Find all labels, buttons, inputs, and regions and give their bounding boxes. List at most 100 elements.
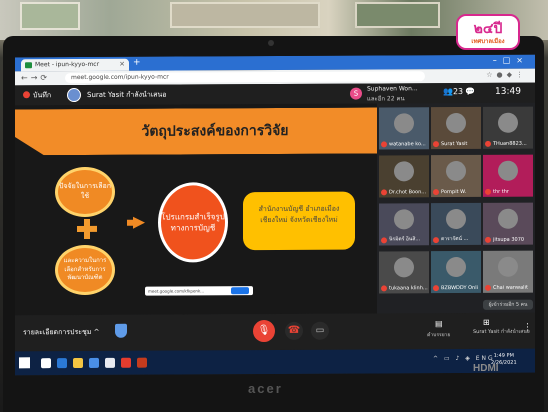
participant-avatar <box>394 113 414 134</box>
meet-bottom-bar: รายละเอียดการประชุม ^ 🎙 ☎ ▭ ▤ คำบรรยาย ⊞… <box>15 312 535 352</box>
mic-muted-icon <box>485 140 491 147</box>
background-window <box>355 2 440 28</box>
logo-sub: เทศบาลเมือง <box>471 38 505 45</box>
meeting-details-label: รายละเอียดการประชุม <box>23 327 92 337</box>
more-participants-button[interactable]: ผู้เข้าร่วมอีก 5 คน <box>483 299 533 310</box>
presenter-avatar <box>67 88 81 103</box>
mail-icon[interactable] <box>105 357 115 368</box>
present-icon[interactable]: ⊞ <box>483 318 490 327</box>
mic-muted-icon <box>433 285 439 292</box>
recording-label: บันทึก <box>33 91 52 100</box>
arrow-icon <box>133 216 145 229</box>
chrome-icon[interactable] <box>121 357 131 368</box>
laptop-bezel: Meet - ipun-kyyo-mcr × + –□× ←→⟳ meet.go… <box>3 36 544 412</box>
participant-name: ดารารัตน์ ... <box>441 235 469 243</box>
mic-muted-icon <box>381 189 387 196</box>
participant-tile[interactable]: jitsupa 3070 <box>483 202 533 245</box>
participant-avatar <box>446 208 466 230</box>
participant-name: Surat Yasit <box>441 140 468 148</box>
copy-link-button[interactable] <box>231 287 249 295</box>
record-icon <box>23 91 30 99</box>
people-count: 23 <box>452 87 464 97</box>
circle-factor: ปัจจัยในการเลือกใช้ <box>55 166 115 218</box>
more-options-icon[interactable]: ⋮ <box>523 323 532 333</box>
laptop-screen: Meet - ipun-kyyo-mcr × + –□× ←→⟳ meet.go… <box>15 54 535 376</box>
participant-tile[interactable]: นิรมิตร์ อินสิ... <box>379 203 429 246</box>
camera-button[interactable]: ▭ <box>311 321 329 340</box>
people-icon[interactable]: 👥23 <box>443 87 463 96</box>
new-tab-button[interactable]: + <box>133 58 141 68</box>
laptop-brand: acer <box>248 381 283 396</box>
mic-muted-icon <box>433 141 439 148</box>
powerpoint-icon[interactable] <box>137 357 147 368</box>
participant-tile[interactable]: thr thr <box>483 154 533 197</box>
participant-name: Chai wanwalit <box>493 284 528 291</box>
participant-grid: watanabe ko... Surat Yasit THuan8823... Dr.… <box>377 103 535 314</box>
mic-off-button[interactable]: 🎙 <box>253 320 275 343</box>
mic-muted-icon <box>381 285 387 292</box>
speaker-sub: และอีก 22 คน <box>367 95 405 103</box>
system-tray[interactable]: ^ ▭ ♪ ◈ ENG <box>433 355 495 362</box>
slide-title: วัตถุประสงค์ของการวิจัย <box>141 122 289 140</box>
store-icon[interactable] <box>89 357 99 368</box>
window-controls[interactable]: –□× <box>493 56 529 65</box>
meet-icon <box>25 62 32 69</box>
captions-label: คำบรรยาย <box>427 332 451 339</box>
participant-tile[interactable]: ดารารัตน์ ... <box>431 202 481 246</box>
plus-icon <box>77 218 97 240</box>
participant-tile[interactable]: THuan8823... <box>483 106 533 149</box>
tab-title: Meet - ipun-kyyo-mcr <box>35 60 100 69</box>
participant-avatar <box>498 112 518 133</box>
captions-icon[interactable]: ▤ <box>435 319 443 328</box>
target-box: สำนักงานบัญชี อำเภอเมืองเชียงใหม่ จังหวั… <box>243 191 355 251</box>
meeting-details-button[interactable]: รายละเอียดการประชุม ^ <box>23 327 99 338</box>
search-icon[interactable] <box>41 358 51 369</box>
participant-tile[interactable]: Chai wanwalit <box>483 250 533 293</box>
participant-tile[interactable]: BZBWDDY Onli <box>431 250 481 294</box>
participant-tile[interactable]: Surat Yasit <box>431 106 481 150</box>
extension-icons[interactable]: ☆●◆⋮ <box>486 71 527 79</box>
chat-icon[interactable]: 💬 <box>465 87 475 96</box>
participant-avatar <box>394 209 414 230</box>
photo-scene: Meet - ipun-kyyo-mcr × + –□× ←→⟳ meet.go… <box>0 0 548 412</box>
participant-tile[interactable]: Dr.chot Boon... <box>379 155 429 198</box>
participant-name: watanabe ko... <box>389 141 426 148</box>
background-window <box>170 2 320 28</box>
participant-avatar <box>446 112 466 134</box>
participant-tile[interactable]: Pornpit W. <box>431 154 481 198</box>
mic-muted-icon <box>485 236 491 243</box>
participant-tile[interactable]: watanabe ko... <box>379 107 429 150</box>
participant-avatar <box>394 161 414 182</box>
mic-muted-icon <box>485 188 491 195</box>
watermark-logo: ๒๔ปี เทศบาลเมือง <box>456 14 520 50</box>
participant-avatar <box>394 257 414 278</box>
participant-tile[interactable]: tukaana klinh... <box>379 251 429 294</box>
mic-muted-icon <box>485 284 491 291</box>
mic-muted-icon <box>381 141 387 148</box>
participant-name: BZBWDDY Onli <box>441 284 479 292</box>
windows-start-icon[interactable] <box>19 357 30 369</box>
clock: 13:49 <box>495 86 521 97</box>
speaker-name: Suphaven Won... <box>367 85 418 93</box>
nav-buttons[interactable]: ←→⟳ <box>21 73 50 82</box>
edge-icon[interactable] <box>57 358 67 369</box>
participant-name: tukaana klinh... <box>389 285 428 292</box>
hdmi-sticker: HDMI <box>473 363 499 374</box>
folder-icon[interactable] <box>73 358 83 369</box>
presentation-slide: วัตถุประสงค์ของการวิจัย ปัจจัยในการเลือก… <box>15 103 377 316</box>
close-icon[interactable]: × <box>119 60 125 68</box>
participant-name: THuan8823... <box>493 140 527 147</box>
presenter-label: Surat Yasit กำลังนำเสนอ <box>87 90 167 99</box>
participant-avatar <box>498 160 518 181</box>
circle-program: โปรแกรมสำเร็จรูปทางการบัญชี <box>158 182 228 263</box>
shield-icon[interactable] <box>115 323 127 338</box>
webcam <box>268 40 274 46</box>
browser-tab[interactable]: Meet - ipun-kyyo-mcr × <box>21 58 129 72</box>
mic-muted-icon <box>433 237 439 244</box>
end-call-button[interactable]: ☎ <box>285 321 303 340</box>
url-field[interactable]: meet.google.com/ipun-kyyo-mcr <box>65 71 425 84</box>
meet-top-bar: บันทึก Surat Yasit กำลังนำเสนอ S Suphave… <box>15 82 535 106</box>
participant-avatar <box>446 160 466 182</box>
present-label: Surat Yasit กำลังนำเสนอ <box>473 328 530 335</box>
windows-taskbar: ^ ▭ ♪ ◈ ENG 1:49 PM 2/26/2021 <box>15 348 535 376</box>
